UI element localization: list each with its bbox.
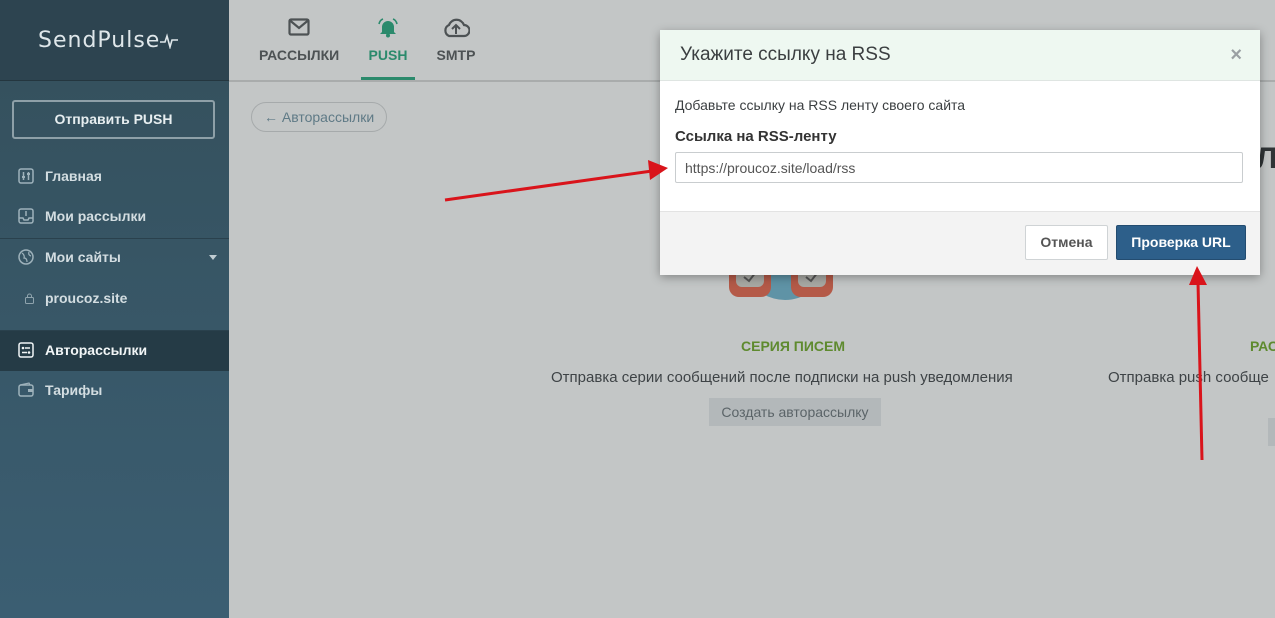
- brand-name: SendPulse: [38, 28, 161, 53]
- card-description: Отправка серии сообщений после подписки …: [551, 369, 1013, 386]
- wallet-icon: [18, 382, 34, 398]
- automation-icon: [18, 342, 34, 358]
- lock-icon: [25, 293, 34, 307]
- globe-icon: [18, 249, 34, 265]
- tab-label: SMTP: [436, 47, 476, 63]
- tab-smtp[interactable]: SMTP: [431, 0, 481, 80]
- verify-url-button[interactable]: Проверка URL: [1116, 225, 1246, 260]
- close-icon[interactable]: ×: [1230, 44, 1242, 67]
- sidebar-item-label: Мои сайты: [45, 249, 121, 265]
- rss-field-label: Ссылка на RSS-ленту: [675, 128, 837, 145]
- rss-modal: Укажите ссылку на RSS × Добавьте ссылку …: [660, 30, 1260, 275]
- bell-icon: [377, 18, 399, 41]
- card-description: Отправка push сообще: [1108, 369, 1269, 386]
- sidebar-item-label: Мои рассылки: [45, 208, 147, 224]
- sidebar-item-my-campaigns[interactable]: Мои рассылки: [0, 197, 229, 237]
- card-title: РАС: [1250, 338, 1275, 354]
- modal-footer: Отмена Проверка URL: [660, 211, 1260, 275]
- pulse-icon: [160, 33, 179, 50]
- cloud-upload-icon: [442, 18, 471, 41]
- back-to-autoresponders-link[interactable]: ← Авторассылки: [251, 102, 388, 132]
- tab-label: PUSH: [368, 47, 408, 63]
- envelope-icon: [288, 18, 310, 39]
- rss-url-input[interactable]: [675, 152, 1243, 183]
- modal-description: Добавьте ссылку на RSS ленту своего сайт…: [675, 97, 966, 113]
- sidebar-item-home[interactable]: Главная: [0, 157, 229, 197]
- sidebar-item-autoresponders[interactable]: Авторассылки: [0, 331, 229, 371]
- modal-title: Укажите ссылку на RSS: [680, 44, 891, 65]
- modal-header: Укажите ссылку на RSS ×: [660, 30, 1260, 81]
- create-autoresponder-button[interactable]: Создать авторассылку: [709, 398, 881, 426]
- arrow-to-verify-button: [1189, 266, 1207, 461]
- tab-campaigns[interactable]: РАССЫЛКИ: [259, 0, 339, 80]
- sidebar: SendPulse Отправить PUSH Главная Мои рас…: [0, 0, 229, 618]
- sidebar-item-label: Авторассылки: [45, 342, 148, 358]
- send-push-button[interactable]: Отправить PUSH: [12, 100, 215, 139]
- tab-label: РАССЫЛКИ: [259, 47, 340, 63]
- sliders-icon: [18, 168, 34, 184]
- chevron-down-icon[interactable]: [209, 255, 217, 260]
- cancel-button[interactable]: Отмена: [1025, 225, 1108, 260]
- sidebar-item-pricing[interactable]: Тарифы: [0, 371, 229, 411]
- sidebar-item-site-proucoz[interactable]: proucoz.site: [0, 279, 229, 319]
- create-autoresponder-button-2[interactable]: [1268, 418, 1275, 446]
- sidebar-item-label: Главная: [45, 168, 102, 184]
- sidebar-item-my-sites[interactable]: Мои сайты: [0, 238, 229, 278]
- arrow-to-input: [444, 160, 668, 202]
- card-title: СЕРИЯ ПИСЕМ: [741, 338, 846, 354]
- inbox-icon: [18, 208, 34, 224]
- sidebar-item-label: Тарифы: [45, 382, 103, 398]
- brand-logo[interactable]: SendPulse: [38, 28, 179, 53]
- tab-push[interactable]: PUSH: [361, 0, 415, 80]
- active-tab-indicator: [361, 77, 415, 80]
- sidebar-item-label: proucoz.site: [45, 290, 128, 306]
- sidebar-divider: [0, 80, 229, 81]
